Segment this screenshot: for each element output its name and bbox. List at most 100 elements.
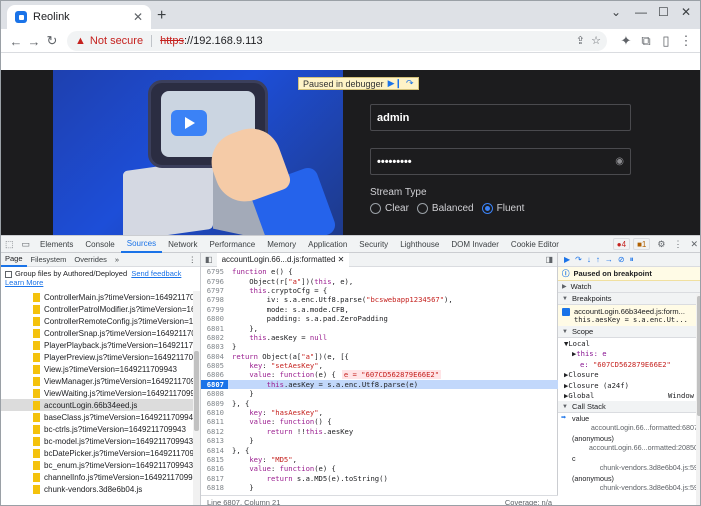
code-line[interactable]: 6796 Object(r["a"])(this, e), bbox=[201, 276, 558, 286]
deactivate-breakpoints-icon[interactable]: ⊘ bbox=[618, 255, 625, 264]
step-into-icon[interactable]: ↓ bbox=[587, 255, 591, 264]
line-number[interactable]: 6816 bbox=[201, 464, 228, 473]
line-number[interactable]: 6810 bbox=[201, 408, 228, 417]
line-number[interactable]: 6808 bbox=[201, 389, 228, 398]
chevron-down-icon[interactable]: ⌄ bbox=[611, 5, 621, 19]
tab-page[interactable]: Page bbox=[1, 253, 27, 267]
file-item[interactable]: bc-ctrls.js?timeVersion=1649211709943 bbox=[1, 423, 193, 435]
code-line[interactable]: 6806 value: function(e) {e = "607CD56287… bbox=[201, 370, 558, 380]
toggle-navigator-icon[interactable]: ◧ bbox=[201, 255, 217, 264]
menu-icon[interactable]: ⋮ bbox=[677, 32, 695, 50]
sidepanel-icon[interactable]: ▯ bbox=[657, 32, 675, 50]
line-number[interactable]: 6797 bbox=[201, 286, 228, 295]
file-item[interactable]: accountLogin.66b34eed.js bbox=[1, 399, 193, 411]
code-line[interactable]: 6809}, { bbox=[201, 398, 558, 408]
tab-security[interactable]: Security bbox=[353, 236, 394, 253]
scope-local[interactable]: ▼ Local bbox=[558, 338, 700, 349]
radio-fluent[interactable]: Fluent bbox=[481, 203, 524, 214]
device-toggle-icon[interactable]: ▭ bbox=[18, 239, 35, 250]
code-line[interactable]: 6801 }, bbox=[201, 323, 558, 333]
code-line[interactable]: 6798 iv: s.a.enc.Utf8.parse("bcswebapp12… bbox=[201, 295, 558, 304]
call-stack-frame[interactable]: (anonymous) accountLogin.66...ormatted:20… bbox=[558, 433, 700, 453]
line-number[interactable]: 6812 bbox=[201, 427, 228, 436]
line-number[interactable]: 6796 bbox=[201, 277, 228, 286]
breakpoints-section[interactable]: ▼ Breakpoints bbox=[558, 293, 700, 305]
file-item[interactable]: channelInfo.js?timeVersion=164921170994 bbox=[1, 471, 193, 483]
new-tab-icon[interactable]: + bbox=[157, 7, 166, 25]
tab-dom-invader[interactable]: DOM Invader bbox=[445, 236, 505, 253]
minimize-icon[interactable]: — bbox=[635, 5, 647, 19]
code-line[interactable]: 6808 } bbox=[201, 389, 558, 398]
code-line[interactable]: 6813 } bbox=[201, 436, 558, 445]
learn-more-link[interactable]: Learn More bbox=[5, 278, 43, 287]
breakpoint-checkbox[interactable] bbox=[562, 308, 570, 316]
code-line[interactable]: 6814}, { bbox=[201, 445, 558, 455]
close-window-icon[interactable]: ✕ bbox=[681, 5, 691, 19]
line-number[interactable]: 6811 bbox=[201, 417, 228, 426]
call-stack-section[interactable]: ▼ Call Stack bbox=[558, 401, 700, 413]
settings-gear-icon[interactable]: ⚙ bbox=[653, 239, 669, 250]
code-line[interactable]: 6804 return Object(a["a"])(e, [{ bbox=[201, 352, 558, 361]
password-field[interactable]: ••••••••• ◉ bbox=[370, 148, 631, 175]
toggle-debugger-icon[interactable]: ◨ bbox=[541, 255, 557, 264]
code-line[interactable]: 6817 return s.a.MD5(e).toString() bbox=[201, 474, 558, 483]
file-item[interactable]: baseClass.js?timeVersion=1649211709943 bbox=[1, 411, 193, 423]
tab-cookie-editor[interactable]: Cookie Editor bbox=[505, 236, 565, 253]
code-line[interactable]: 6811 value: function() { bbox=[201, 417, 558, 426]
line-number[interactable]: 6798 bbox=[201, 295, 228, 304]
file-item[interactable]: bcDatePicker.js?timeVersion=164921170994 bbox=[1, 447, 193, 459]
step-over-icon[interactable]: ↷ bbox=[575, 255, 582, 264]
tab-console[interactable]: Console bbox=[79, 236, 120, 253]
maximize-icon[interactable]: ☐ bbox=[658, 5, 669, 19]
navigator-menu-icon[interactable]: ⋮ bbox=[185, 253, 201, 267]
code-line[interactable]: 6800 padding: s.a.pad.ZeroPadding bbox=[201, 314, 558, 323]
tab-memory[interactable]: Memory bbox=[261, 236, 302, 253]
breakpoint-item[interactable]: accountLogin.66b34eed.js:form... this.ae… bbox=[558, 305, 700, 326]
not-secure-label[interactable]: Not secure bbox=[90, 35, 143, 47]
line-number[interactable]: 6818 bbox=[201, 483, 228, 492]
navigator-scrollbar[interactable] bbox=[193, 291, 200, 505]
line-number[interactable]: 6815 bbox=[201, 455, 228, 464]
file-item[interactable]: PlayerPreview.js?timeVersion=16492117099… bbox=[1, 351, 193, 363]
tab-application[interactable]: Application bbox=[302, 236, 353, 253]
line-number[interactable]: 6814 bbox=[201, 446, 228, 455]
tab-filesystem[interactable]: Filesystem bbox=[27, 253, 71, 267]
code-line[interactable]: 6810 key: "hasAesKey", bbox=[201, 408, 558, 417]
extensions-icon[interactable]: ✦ bbox=[617, 32, 635, 50]
scope-closure-a24f[interactable]: ▶ Closure (a24f) bbox=[558, 380, 700, 391]
code-line[interactable]: 6797 this.cryptoCfg = { bbox=[201, 286, 558, 295]
tab-network[interactable]: Network bbox=[162, 236, 203, 253]
inspect-icon[interactable]: ⬚ bbox=[1, 239, 18, 250]
file-item[interactable]: View.js?timeVersion=1649211709943 bbox=[1, 363, 193, 375]
resume-icon[interactable]: ▶ bbox=[564, 255, 570, 264]
line-number[interactable]: 6806 bbox=[201, 370, 228, 379]
scope-section[interactable]: ▼ Scope bbox=[558, 326, 700, 338]
debugger-scrollbar[interactable] bbox=[696, 294, 700, 505]
call-stack-frame[interactable]: c chunk-vendors.3d8e6b04.js:59 bbox=[558, 453, 700, 473]
code-line[interactable]: 6805 key: "setAesKey", bbox=[201, 361, 558, 370]
line-number[interactable]: 6813 bbox=[201, 436, 228, 445]
reload-icon[interactable]: ↻ bbox=[43, 32, 61, 50]
line-number[interactable]: 6803 bbox=[201, 342, 228, 351]
line-number[interactable]: 6801 bbox=[201, 324, 228, 333]
code-line[interactable]: 6799 mode: s.a.mode.CFB, bbox=[201, 305, 558, 314]
back-icon[interactable]: ← bbox=[7, 32, 25, 50]
pause-exceptions-icon[interactable]: ⏸ bbox=[630, 255, 634, 265]
file-item[interactable]: ControllerRemoteConfig.js?timeVersion=16… bbox=[1, 315, 193, 327]
line-number[interactable]: 6799 bbox=[201, 305, 228, 314]
code-line[interactable]: 6795 function e() { bbox=[201, 267, 558, 276]
resume-icon[interactable]: ▶❙ bbox=[388, 78, 402, 89]
file-item[interactable]: ControllerMain.js?timeVersion=1649211709… bbox=[1, 291, 193, 303]
scope-this[interactable]: ▶ this: e bbox=[558, 349, 700, 360]
tab-lighthouse[interactable]: Lighthouse bbox=[394, 236, 445, 253]
username-field[interactable]: admin bbox=[370, 104, 631, 131]
more-tabs-icon[interactable]: » bbox=[111, 253, 123, 267]
code-line[interactable]: 6816 value: function(e) { bbox=[201, 464, 558, 473]
tab-overrides[interactable]: Overrides bbox=[70, 253, 111, 267]
code-line[interactable]: 6818 } bbox=[201, 483, 558, 492]
code-line[interactable]: 6812 return !!this.aesKey bbox=[201, 427, 558, 436]
share-and-bookmark-icons[interactable]: ⇪ ☆ bbox=[576, 34, 601, 47]
file-item[interactable]: ControllerSnap.js?timeVersion=1649211709 bbox=[1, 327, 193, 339]
step-out-icon[interactable]: ↑ bbox=[596, 255, 600, 264]
line-number[interactable]: 6800 bbox=[201, 314, 228, 323]
